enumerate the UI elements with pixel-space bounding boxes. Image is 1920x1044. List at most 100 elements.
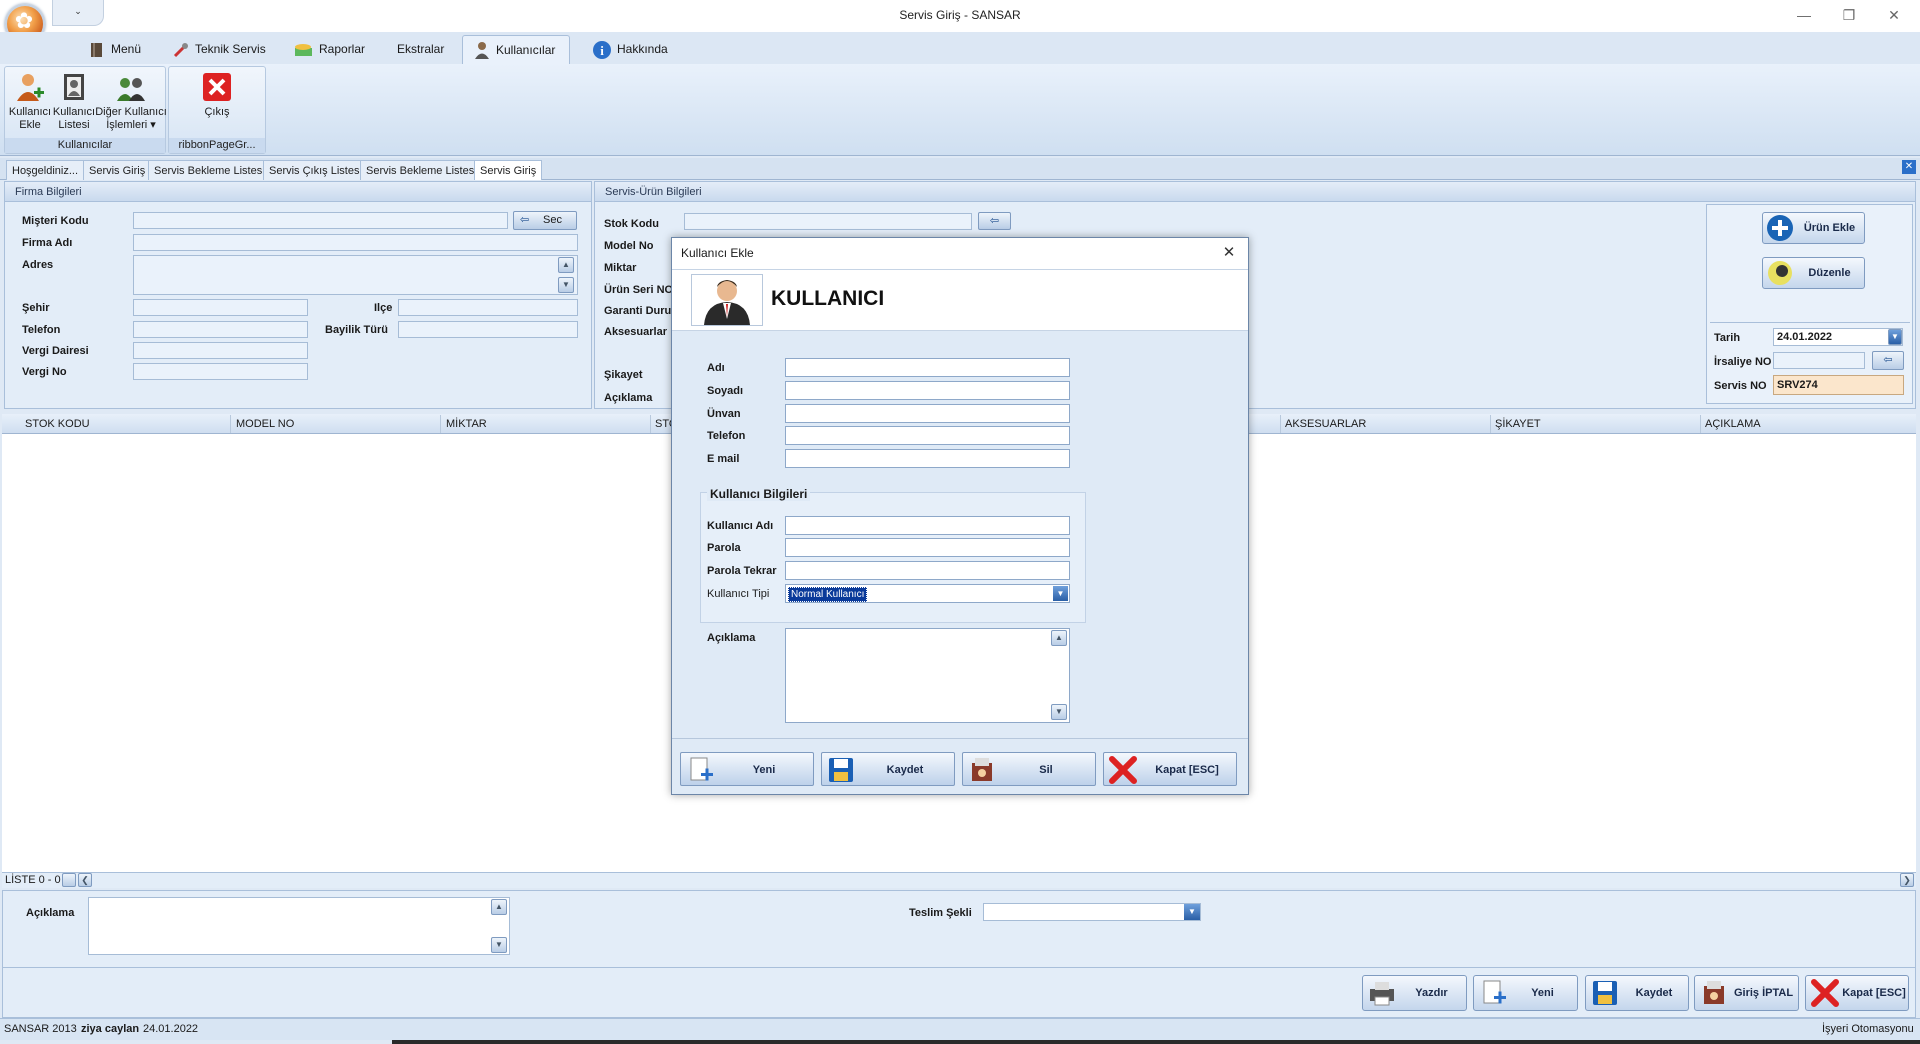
- scroll-down-icon[interactable]: ▼: [491, 937, 507, 953]
- tab-menu[interactable]: Menü: [78, 35, 151, 64]
- column-aksesuarlar[interactable]: AKSESUARLAR: [1285, 418, 1366, 430]
- vergi-dairesi-input[interactable]: [133, 342, 308, 359]
- telefon-input[interactable]: [785, 426, 1070, 445]
- kapat-button[interactable]: Kapat [ESC]: [1805, 975, 1909, 1011]
- vergi-dairesi-label: Vergi Dairesi: [22, 345, 89, 357]
- bottom-aciklama-textarea[interactable]: [88, 897, 510, 955]
- musteri-kodu-input[interactable]: [133, 212, 508, 229]
- kullanici-ekle-button[interactable]: Kullanıcı Ekle: [7, 71, 53, 132]
- telefon-label: Telefon: [707, 430, 746, 442]
- dialog-yeni-button[interactable]: Yeni: [680, 752, 814, 786]
- duzenle-button[interactable]: Düzenle: [1762, 257, 1865, 289]
- ilce-input[interactable]: [398, 299, 578, 316]
- divider: [2, 967, 1916, 968]
- telefon-input[interactable]: [133, 321, 308, 338]
- new-document-icon: [690, 757, 713, 781]
- yeni-button[interactable]: Yeni: [1473, 975, 1578, 1011]
- bayilik-turu-input[interactable]: [398, 321, 578, 338]
- cikis-button[interactable]: Çıkış: [194, 71, 240, 119]
- garanti-label: Garanti Durum: [604, 305, 682, 317]
- urun-ekle-button[interactable]: Ürün Ekle: [1762, 212, 1865, 244]
- add-circle-icon: [1767, 215, 1793, 241]
- kullanici-listesi-button[interactable]: Kullanıcı Listesi: [51, 71, 97, 132]
- scroll-down-icon[interactable]: ▼: [1051, 704, 1067, 720]
- column-aciklama[interactable]: AÇIKLAMA: [1705, 418, 1761, 430]
- adi-input[interactable]: [785, 358, 1070, 377]
- scroll-down-icon[interactable]: ▼: [558, 277, 574, 293]
- tarih-input[interactable]: 24.01.2022: [1773, 328, 1903, 346]
- tab-raporlar[interactable]: Raporlar: [284, 35, 375, 64]
- dialog-kaydet-button[interactable]: Kaydet: [821, 752, 955, 786]
- tab-kullanicilar[interactable]: Kullanıcılar: [462, 35, 570, 64]
- nav-first-button[interactable]: [62, 873, 76, 887]
- teslim-sekli-select[interactable]: [983, 903, 1201, 921]
- tab-hakkinda[interactable]: i Hakkında: [582, 35, 678, 64]
- firma-adi-input[interactable]: [133, 234, 578, 251]
- column-sikayet[interactable]: ŞİKAYET: [1495, 418, 1541, 430]
- doc-tab-hosgeldiniz[interactable]: Hoşgeldiniz...: [6, 160, 85, 180]
- irsaliye-lookup-button[interactable]: ⇦: [1872, 351, 1904, 370]
- scroll-up-icon[interactable]: ▲: [491, 899, 507, 915]
- date-dropdown-icon[interactable]: ▼: [1888, 329, 1902, 345]
- nav-prev-icon[interactable]: ❮: [78, 873, 92, 887]
- tab-label: Teknik Servis: [195, 42, 266, 56]
- kullanici-adi-input[interactable]: [785, 516, 1070, 535]
- giris-iptal-button[interactable]: Giriş İPTAL: [1694, 975, 1799, 1011]
- column-stok-kodu[interactable]: STOK KODU: [25, 418, 90, 430]
- servis-no-input[interactable]: SRV274: [1773, 375, 1904, 395]
- soyadi-input[interactable]: [785, 381, 1070, 400]
- chevron-down-icon[interactable]: ▼: [1053, 586, 1068, 601]
- column-miktar[interactable]: MİKTAR: [446, 418, 487, 430]
- doc-tab-servis-bekleme-listesi[interactable]: Servis Bekleme Listesi: [148, 160, 271, 180]
- column-divider: [230, 415, 231, 433]
- tab-ekstralar[interactable]: Ekstralar: [387, 35, 454, 64]
- ribbon-button-label: Diğer Kullanıcı: [95, 106, 167, 118]
- scroll-up-icon[interactable]: ▲: [1051, 630, 1067, 646]
- minimize-button[interactable]: —: [1790, 4, 1818, 26]
- dialog-kapat-button[interactable]: Kapat [ESC]: [1103, 752, 1237, 786]
- money-icon: [295, 43, 312, 56]
- sec-button[interactable]: ⇦ Sec: [513, 211, 577, 230]
- kullanici-tipi-label: Kullanıcı Tipi: [707, 588, 770, 600]
- stok-kodu-lookup-button[interactable]: ⇦: [978, 212, 1011, 230]
- ribbon-button-label: Kullanıcı: [8, 106, 52, 118]
- arrow-left-icon: ⇦: [520, 214, 530, 226]
- irsaliye-input[interactable]: [1773, 352, 1865, 369]
- status-date: 24.01.2022: [143, 1023, 199, 1035]
- doc-tab-servis-giris-active[interactable]: Servis Giriş: [474, 160, 543, 180]
- divider: [1710, 322, 1910, 323]
- kullanici-tipi-select[interactable]: Normal Kullanıcı ▼: [785, 584, 1070, 603]
- unvan-input[interactable]: [785, 404, 1070, 423]
- dialog-kaydet-label: Kaydet: [886, 764, 924, 776]
- nav-next-icon[interactable]: ❯: [1900, 873, 1914, 887]
- diger-kullanici-islemleri-button[interactable]: Diğer Kullanıcı İşlemleri ▾: [95, 71, 167, 132]
- dialog-sil-button[interactable]: Sil: [962, 752, 1096, 786]
- sehir-input[interactable]: [133, 299, 308, 316]
- users-settings-icon: [117, 78, 145, 101]
- parola-input[interactable]: [785, 538, 1070, 557]
- quick-access-toolbar[interactable]: ⌄: [52, 0, 104, 26]
- chevron-down-icon[interactable]: ▼: [1184, 904, 1200, 920]
- doc-tab-servis-bekleme-listesi-2[interactable]: Servis Bekleme Listesi: [360, 160, 483, 180]
- dialog-close-icon[interactable]: ✕: [1220, 244, 1238, 262]
- tab-teknik-servis[interactable]: Teknik Servis: [162, 35, 276, 64]
- vergi-no-input[interactable]: [133, 363, 308, 380]
- parola-tekrar-input[interactable]: [785, 561, 1070, 580]
- kaydet-button[interactable]: Kaydet: [1585, 975, 1689, 1011]
- email-input[interactable]: [785, 449, 1070, 468]
- status-user: ziya caylan: [81, 1023, 140, 1035]
- scroll-up-icon[interactable]: ▲: [558, 257, 574, 273]
- column-model-no[interactable]: MODEL NO: [236, 418, 294, 430]
- dialog-aciklama-textarea[interactable]: [785, 628, 1070, 723]
- adres-label: Adres: [22, 259, 54, 271]
- stok-kodu-input[interactable]: [684, 213, 972, 230]
- close-doc-icon[interactable]: ✕: [1902, 160, 1916, 174]
- restore-button[interactable]: ❐: [1835, 4, 1863, 26]
- adres-textarea[interactable]: [133, 255, 578, 295]
- email-label: E mail: [707, 453, 740, 465]
- doc-tab-servis-giris[interactable]: Servis Giriş: [83, 160, 152, 180]
- close-window-button[interactable]: ✕: [1880, 4, 1908, 26]
- ribbon-group-cikis: Çıkış ribbonPageGr...: [168, 66, 266, 154]
- doc-tab-servis-cikis-listesi[interactable]: Servis Çıkış Listesi: [263, 160, 368, 180]
- yazdir-button[interactable]: Yazdır: [1362, 975, 1467, 1011]
